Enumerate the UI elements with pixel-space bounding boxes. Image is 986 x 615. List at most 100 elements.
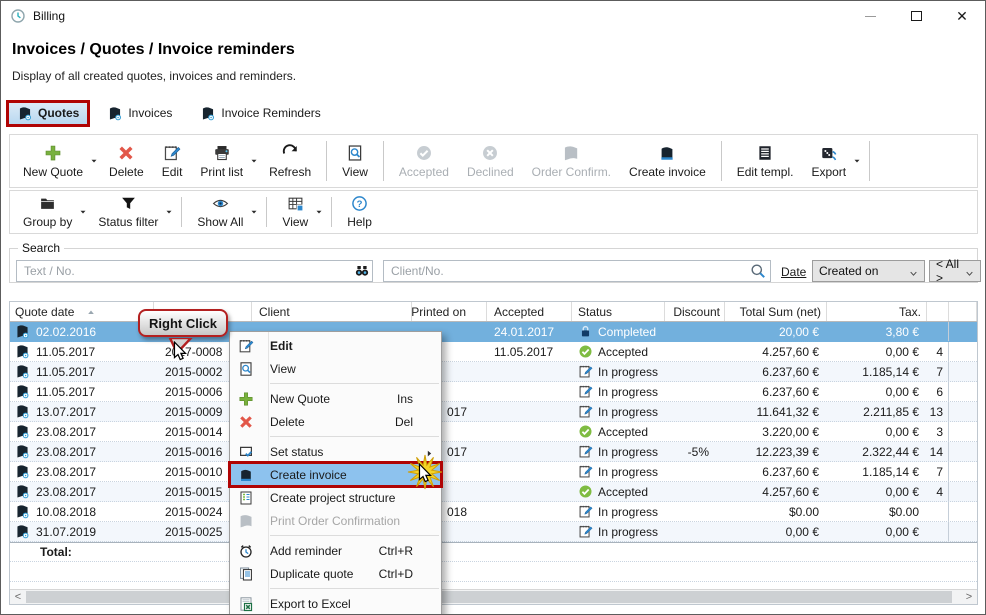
maximize-button[interactable] — [893, 1, 939, 31]
column-header-blank[interactable] — [927, 302, 949, 321]
scrollbar-thumb[interactable] — [26, 591, 952, 603]
menu-item-duplicate-quote[interactable]: Duplicate quoteCtrl+D — [230, 562, 441, 585]
column-header-total-sum-net-[interactable]: Total Sum (net) — [725, 302, 827, 321]
help-button[interactable]: ?Help — [338, 193, 381, 231]
tab-quotes[interactable]: Quotes — [9, 103, 87, 124]
clipped-column-cell: 13 — [927, 402, 949, 421]
toolbar-button-label: Print list — [200, 165, 243, 179]
search-text-input[interactable] — [16, 260, 373, 282]
filler-cell — [949, 422, 977, 441]
accepted-cell — [487, 422, 572, 441]
tax-cell-value: 1.185,14 € — [862, 465, 919, 479]
tab-invoice-reminders[interactable]: Invoice Reminders — [192, 103, 328, 124]
column-header-printed-on[interactable]: Printed on — [412, 302, 487, 321]
quote-row[interactable]: 10.08.20182015-0024018In progress$0.00$0… — [10, 502, 977, 522]
total-net-cell: 12.223,39 € — [725, 442, 827, 461]
scroll-right-icon[interactable]: > — [961, 590, 977, 604]
column-header-blank[interactable] — [949, 302, 977, 321]
menu-item-view[interactable]: View — [230, 357, 441, 380]
menu-item-add-reminder[interactable]: Add reminderCtrl+R — [230, 539, 441, 562]
column-header-quote-date[interactable]: Quote date — [10, 302, 154, 321]
status-cell: In progress — [572, 382, 665, 401]
quote-row[interactable]: 23.08.20172015-0015Accepted4.257,60 €0,0… — [10, 482, 977, 502]
quote-doc-icon — [107, 106, 123, 121]
toolbar-button-label: Delete — [109, 165, 144, 179]
scroll-left-icon[interactable]: < — [10, 590, 26, 604]
status-cell: In progress — [572, 502, 665, 521]
toolbar-separator — [331, 197, 332, 227]
show-all-button[interactable]: Show All — [188, 193, 252, 231]
quote-row[interactable]: 13.07.20172015-0009017In progress11.641,… — [10, 402, 977, 422]
date-range-select[interactable]: < All > — [929, 260, 981, 282]
discount-cell — [665, 462, 725, 481]
menu-item-label: Export to Excel — [270, 597, 351, 611]
refresh-button[interactable]: Refresh — [260, 137, 320, 185]
date-field-select[interactable]: Created on — [812, 260, 925, 282]
view-button[interactable]: View — [333, 137, 377, 185]
close-button[interactable]: ✕ — [939, 1, 985, 31]
binoculars-icon[interactable] — [354, 263, 370, 279]
quote-row[interactable]: 23.08.20172015-0010In progress6.237,60 €… — [10, 462, 977, 482]
column-header-status[interactable]: Status — [572, 302, 665, 321]
window-title: Billing — [33, 9, 65, 23]
menu-item-edit[interactable]: Edit — [230, 334, 441, 357]
magnifier-icon[interactable] — [750, 263, 766, 279]
column-header-client[interactable]: Client — [252, 302, 412, 321]
edit-icon — [238, 338, 254, 354]
export-button[interactable]: Export — [802, 137, 855, 185]
quote-row[interactable]: 11.05.20172015-0002In progress6.237,60 €… — [10, 362, 977, 382]
edit-button[interactable]: Edit — [153, 137, 192, 185]
check-gray-icon — [415, 144, 433, 162]
dropdown-caret-icon[interactable] — [76, 193, 89, 231]
column-header-accepted[interactable]: Accepted — [487, 302, 572, 321]
total-net-cell-value: 11.641,32 € — [756, 405, 819, 419]
clipped-column-cell — [927, 522, 949, 541]
toolbar-button-label: Declined — [467, 165, 514, 179]
tab-label: Quotes — [38, 106, 79, 120]
view-button[interactable]: View — [273, 193, 317, 231]
quote-row[interactable]: 23.08.20172015-0016017In progress-5%12.2… — [10, 442, 977, 462]
quote-row[interactable]: 23.08.20172015-0014Accepted3.220,00 €0,0… — [10, 422, 977, 442]
group-by-button[interactable]: Group by — [14, 193, 81, 231]
dropdown-caret-icon[interactable] — [850, 137, 863, 185]
column-header-tax-[interactable]: Tax. — [827, 302, 927, 321]
dropdown-caret-icon[interactable] — [247, 193, 260, 231]
total-net-cell-value: 4.257,60 € — [762, 485, 819, 499]
tax-cell: 0,00 € — [827, 482, 927, 501]
tax-cell: 2.211,85 € — [827, 402, 927, 421]
delete-button[interactable]: Delete — [100, 137, 153, 185]
new-quote-button[interactable]: New Quote — [14, 137, 92, 185]
minimize-button[interactable] — [847, 1, 893, 31]
print-list-button[interactable]: Print list — [191, 137, 252, 185]
menu-item-delete[interactable]: DeleteDel — [230, 410, 441, 433]
quote-row[interactable]: 31.07.20192015-0025In progress0,00 €0,00… — [10, 522, 977, 542]
quote-doc-icon — [15, 324, 30, 339]
alarm-icon — [238, 543, 254, 559]
quote-number-cell-value: 2015-0009 — [165, 405, 222, 419]
search-client-input[interactable] — [383, 260, 771, 282]
quote-row[interactable]: 11.05.20172015-0006In progress6.237,60 €… — [10, 382, 977, 402]
dropdown-caret-icon[interactable] — [312, 193, 325, 231]
column-header-discount[interactable]: Discount — [665, 302, 725, 321]
tab-invoices[interactable]: Invoices — [99, 103, 180, 124]
dropdown-caret-icon[interactable] — [162, 193, 175, 231]
total-net-cell-value: 6.237,60 € — [762, 465, 819, 479]
excel-icon — [238, 596, 254, 612]
dropdown-caret-icon[interactable] — [87, 137, 100, 185]
help-icon: ? — [351, 195, 368, 212]
doc-gray-icon — [238, 513, 254, 529]
maximize-icon — [911, 11, 922, 21]
horizontal-scrollbar[interactable]: < > — [10, 589, 977, 604]
create-invoice-button[interactable]: Create invoice — [620, 137, 715, 185]
edit-templ--button[interactable]: Edit templ. — [728, 137, 803, 185]
status-cell: Accepted — [572, 342, 665, 361]
menu-item-export-to-excel[interactable]: Export to Excel — [230, 592, 441, 615]
menu-item-new-quote[interactable]: New QuoteIns — [230, 387, 441, 410]
column-header-label: Quote date — [15, 305, 74, 319]
status-label: Completed — [598, 325, 656, 339]
status-filter-button[interactable]: Status filter — [89, 193, 167, 231]
status-cell: Accepted — [572, 482, 665, 501]
dropdown-caret-icon[interactable] — [247, 137, 260, 185]
quote-row[interactable]: 11.05.20172017-000811.05.2017Accepted4.2… — [10, 342, 977, 362]
menu-item-label: Set status — [270, 445, 323, 459]
